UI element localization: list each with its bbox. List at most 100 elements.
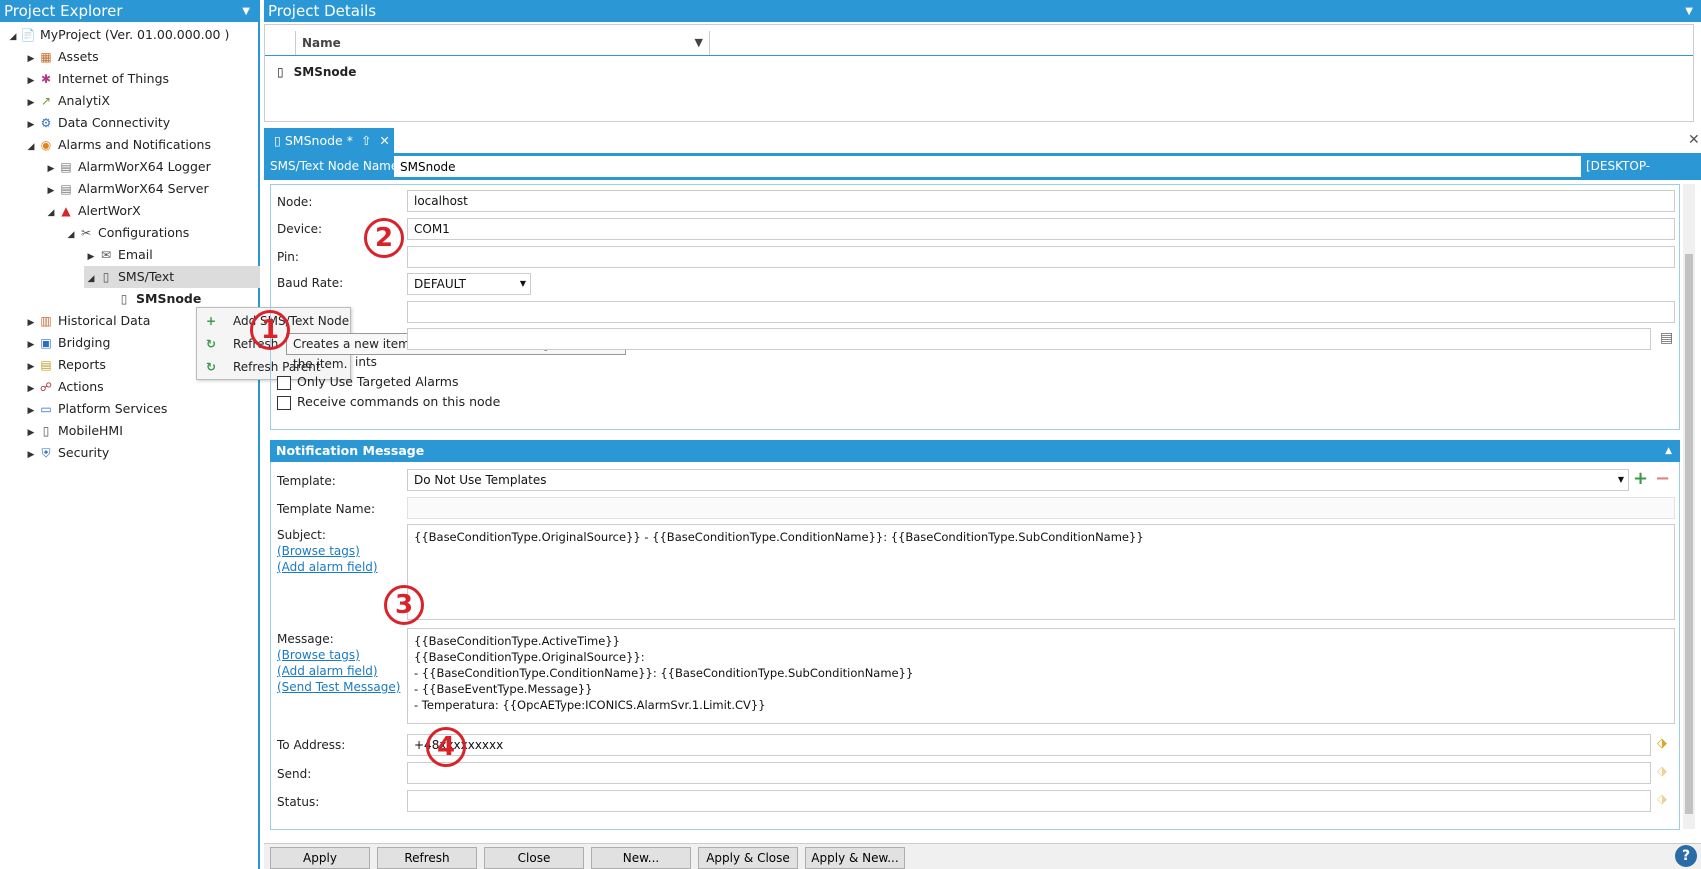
apply-button[interactable]: Apply xyxy=(270,847,370,869)
targeted-alarms-checkbox[interactable]: Only Use Targeted Alarms xyxy=(277,374,459,392)
pin-label: Pin: xyxy=(277,250,299,264)
annotation-badge-2: 2 xyxy=(364,218,404,258)
help-icon[interactable]: ? xyxy=(1675,845,1697,867)
tree-item-sms-text[interactable]: ◢ ▯ SMS/Text xyxy=(84,266,260,288)
template-name-label: Template Name: xyxy=(277,502,376,516)
tree-item-alertworx[interactable]: ◢ ▲ AlertWorX xyxy=(44,200,141,222)
node-name-input[interactable] xyxy=(394,156,1581,177)
column-header-name[interactable]: Name ▼ xyxy=(295,31,710,55)
browse-icon[interactable]: ▤ xyxy=(1660,330,1673,346)
tree-item-smsnode[interactable]: ▯ SMSnode xyxy=(116,288,202,310)
button-bar: Apply Refresh Close New... Apply & Close… xyxy=(264,843,1701,869)
tree-item-email[interactable]: ▶ ✉ Email xyxy=(84,244,153,266)
tree-item-data-connectivity[interactable]: ▶ ⚙ Data Connectivity xyxy=(24,112,171,136)
message-label: Message: xyxy=(277,632,334,646)
collapsed-arrow-icon[interactable]: ▶ xyxy=(24,356,38,378)
collapsed-arrow-icon[interactable]: ▶ xyxy=(24,444,38,466)
message-browse-tags-link[interactable]: (Browse tags) xyxy=(277,648,360,662)
node-field[interactable]: localhost xyxy=(407,190,1675,212)
tag-icon[interactable]: ⬗ xyxy=(1657,736,1667,751)
message-textarea[interactable]: {{BaseConditionType.ActiveTime}} {{BaseC… xyxy=(407,628,1675,724)
receive-commands-checkbox[interactable]: Receive commands on this node xyxy=(277,394,500,412)
baud-rate-select[interactable]: DEFAULT ▼ xyxy=(407,273,531,295)
actions-icon: ☍ xyxy=(39,380,53,394)
expanded-arrow-icon[interactable]: ◢ xyxy=(24,136,38,158)
collapsed-arrow-icon[interactable]: ▶ xyxy=(84,246,98,268)
pin-field[interactable] xyxy=(407,246,1675,268)
tree-item-platform[interactable]: ▶ ▭ Platform Services xyxy=(24,398,168,422)
hidden-field-2[interactable] xyxy=(407,328,1651,350)
details-grid: Name ▼ ▯ SMSnode xyxy=(264,24,1694,122)
expanded-arrow-icon[interactable]: ◢ xyxy=(64,224,78,246)
alarm-icon: ◉ xyxy=(40,138,52,152)
collapsed-arrow-icon[interactable]: ▶ xyxy=(24,334,38,356)
alert-icon: ▲ xyxy=(61,204,71,218)
collapsed-arrow-icon[interactable]: ▶ xyxy=(24,422,38,444)
new-button[interactable]: New... xyxy=(591,847,691,869)
collapsed-arrow-icon[interactable]: ▶ xyxy=(24,48,38,70)
collapsed-arrow-icon[interactable]: ▶ xyxy=(44,180,58,202)
tree-item-awx-logger[interactable]: ▶ ▤ AlarmWorX64 Logger xyxy=(44,156,211,178)
subject-add-alarm-field-link[interactable]: (Add alarm field) xyxy=(277,560,378,574)
send-field[interactable] xyxy=(407,762,1651,784)
tree-item-reports[interactable]: ▶ ▤ Reports xyxy=(24,354,106,376)
subject-browse-tags-link[interactable]: (Browse tags) xyxy=(277,544,360,558)
template-select[interactable]: Do Not Use Templates ▼ xyxy=(407,469,1629,491)
collapsed-arrow-icon[interactable]: ▶ xyxy=(24,92,38,114)
chevron-down-icon[interactable]: ▼ xyxy=(1685,1,1693,23)
tree-item-iot[interactable]: ▶ ✱ Internet of Things xyxy=(24,68,170,92)
bridging-icon: ▣ xyxy=(40,336,52,350)
collapsed-arrow-icon[interactable]: ▶ xyxy=(24,70,38,92)
collapsed-arrow-icon[interactable]: ▶ xyxy=(24,378,38,400)
collapsed-arrow-icon[interactable]: ▶ xyxy=(24,114,38,136)
phone-icon: ▯ xyxy=(277,65,284,79)
collapsed-arrow-icon[interactable]: ▶ xyxy=(24,312,38,334)
remove-template-icon[interactable]: − xyxy=(1655,468,1670,489)
expanded-arrow-icon[interactable]: ◢ xyxy=(84,268,98,290)
to-address-label: To Address: xyxy=(277,738,346,752)
apply-new-button[interactable]: Apply & New... xyxy=(805,847,905,869)
tree-item-awx-server[interactable]: ▶ ▤ AlarmWorX64 Server xyxy=(44,178,209,200)
tree-item-security[interactable]: ▶ ⛨ Security xyxy=(24,442,110,466)
add-template-icon[interactable]: + xyxy=(1633,468,1648,489)
refresh-button[interactable]: Refresh xyxy=(377,847,477,869)
close-icon[interactable]: ✕ xyxy=(379,133,389,148)
tree-item-analytix[interactable]: ▶ ↗ AnalytiX xyxy=(24,90,110,112)
collapsed-arrow-icon[interactable]: ▶ xyxy=(24,400,38,422)
tree-item-assets[interactable]: ▶ ▦ Assets xyxy=(24,46,99,68)
close-all-icon[interactable]: ✕ xyxy=(1688,132,1700,148)
chevron-down-icon[interactable]: ▼ xyxy=(242,1,250,23)
template-name-field[interactable] xyxy=(407,497,1675,519)
message-add-alarm-field-link[interactable]: (Add alarm field) xyxy=(277,664,378,678)
tree-item-alarms[interactable]: ◢ ◉ Alarms and Notifications xyxy=(24,134,211,156)
notification-section-header[interactable]: Notification Message ▲ xyxy=(270,440,1680,462)
tag-icon[interactable]: ⬗ xyxy=(1657,792,1667,807)
device-field[interactable]: COM1 xyxy=(407,218,1675,240)
tag-icon[interactable]: ⬗ xyxy=(1657,764,1667,779)
tree-item-actions[interactable]: ▶ ☍ Actions xyxy=(24,376,104,398)
send-test-message-link[interactable]: (Send Test Message) xyxy=(277,680,400,694)
collapsed-arrow-icon[interactable]: ▶ xyxy=(44,158,58,180)
tree-item-myproject[interactable]: ◢ 📄 MyProject (Ver. 01.00.000.00 ) xyxy=(6,24,230,48)
filter-icon[interactable]: ▼ xyxy=(695,31,703,55)
hidden-field-1[interactable] xyxy=(407,301,1675,323)
tree-item-bridging[interactable]: ▶ ▣ Bridging xyxy=(24,332,111,356)
subject-textarea[interactable]: {{BaseConditionType.OriginalSource}} - {… xyxy=(407,524,1675,620)
expanded-arrow-icon[interactable]: ◢ xyxy=(6,26,20,48)
to-address-field[interactable]: +48xxxxxxxxx xyxy=(407,734,1651,756)
phone-icon: ▯ xyxy=(120,292,128,306)
vertical-scrollbar[interactable] xyxy=(1683,184,1695,829)
chevron-up-icon[interactable]: ▲ xyxy=(1665,440,1672,462)
tab-smsnode[interactable]: ▯ SMSnode * ⇧ ✕ xyxy=(264,128,394,153)
pin-icon[interactable]: ⇧ xyxy=(361,133,371,148)
status-field[interactable] xyxy=(407,790,1651,812)
expanded-arrow-icon[interactable]: ◢ xyxy=(44,202,58,224)
apply-close-button[interactable]: Apply & Close xyxy=(698,847,798,869)
server-icon: ▤ xyxy=(60,182,72,196)
tree-item-historical[interactable]: ▶ ▥ Historical Data xyxy=(24,310,151,334)
tree-item-configurations[interactable]: ◢ ✂ Configurations xyxy=(64,222,190,246)
table-row[interactable]: ▯ SMSnode xyxy=(277,61,356,83)
close-button[interactable]: Close xyxy=(484,847,584,869)
tree-item-mobilehmi[interactable]: ▶ ▯ MobileHMI xyxy=(24,420,123,442)
logger-icon: ▤ xyxy=(60,160,72,174)
